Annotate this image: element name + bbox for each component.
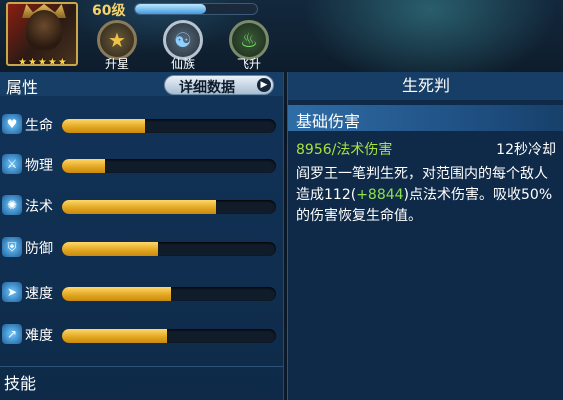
stat-label: 生命: [25, 118, 53, 134]
skill-category: 基础伤害: [296, 112, 361, 131]
hero-portrait[interactable]: ★★★★★: [6, 2, 78, 66]
stat-bar-fill: [62, 329, 167, 343]
stat-bar: [62, 119, 276, 133]
shield-icon: ⛨: [2, 237, 22, 257]
flame-icon: ♨: [240, 28, 258, 52]
stat-row-physical: ⚔ 物理: [0, 152, 283, 178]
xp-bar: [134, 3, 258, 15]
ascend-label: 飞升: [236, 57, 261, 71]
stat-row-difficulty: ↗ 难度: [0, 322, 283, 348]
skill-damage: 8956/法术伤害: [296, 142, 393, 158]
stat-bar-fill: [62, 119, 146, 133]
upgrade-star-label: 升星: [104, 57, 129, 71]
stat-row-magic: ✺ 法术: [0, 193, 283, 219]
upgrade-star-button[interactable]: ★: [97, 20, 137, 60]
sword-icon: ⚔: [2, 154, 22, 174]
detail-data-button[interactable]: 详细数据 ▶: [164, 75, 274, 96]
stat-bar: [62, 159, 276, 173]
hero-level: 60级: [92, 3, 126, 19]
stat-bar: [62, 242, 276, 256]
skills-title[interactable]: 技能: [4, 370, 36, 394]
stat-label: 物理: [25, 158, 53, 174]
hero-face: [26, 10, 62, 50]
detail-data-label: 详细数据: [179, 80, 235, 96]
stat-row-hp: ♥ 生命: [0, 112, 283, 138]
stat-bar: [62, 329, 276, 343]
stat-bar-fill: [62, 159, 105, 173]
skill-cooldown: 12秒冷却: [496, 142, 556, 158]
play-arrow-icon: ▶: [257, 78, 271, 92]
immortal-clan-label: 仙族: [170, 57, 195, 71]
stat-label: 法术: [25, 199, 53, 215]
yin-yang-icon: ☯: [174, 28, 192, 52]
stat-label: 防御: [25, 241, 53, 257]
xp-bar-fill: [135, 4, 206, 14]
skill-detail-panel: 生死判 基础伤害 8956/法术伤害 12秒冷却 阎罗王一笔判生死，对范围内的每…: [287, 72, 563, 400]
attributes-header: 属性 详细数据 ▶: [0, 72, 283, 97]
heart-icon: ♥: [2, 114, 22, 134]
stat-label: 难度: [25, 328, 53, 344]
boot-icon: ➤: [2, 282, 22, 302]
stat-bar: [62, 287, 276, 301]
stat-label: 速度: [25, 286, 53, 302]
stat-bar-fill: [62, 287, 172, 301]
skill-category-bar: 基础伤害: [288, 105, 563, 131]
immortal-clan-button[interactable]: ☯: [163, 20, 203, 60]
stat-bar-fill: [62, 242, 159, 256]
skill-name: 生死判: [288, 72, 563, 100]
ascend-button[interactable]: ♨: [229, 20, 269, 60]
attributes-title: 属性: [6, 78, 39, 97]
stat-row-speed: ➤ 速度: [0, 280, 283, 306]
star-rating: ★★★★★: [18, 57, 68, 66]
magic-swirl-icon: ✺: [2, 195, 22, 215]
stat-bar-fill: [62, 200, 217, 214]
desc-highlight: +8844: [356, 187, 404, 203]
stat-bar: [62, 200, 276, 214]
star-icon: ★: [108, 28, 126, 52]
trend-icon: ↗: [2, 324, 22, 344]
divider: [0, 366, 283, 367]
attributes-panel: 属性 详细数据 ▶ ♥ 生命 ⚔ 物理 ✺ 法术 ⛨ 防御 ➤ 速度 ↗ 难度 …: [0, 72, 284, 400]
skill-description: 阎罗王一笔判生死，对范围内的每个敌人造成112(+8844)点法术伤害。吸收50…: [296, 164, 558, 227]
stat-row-defense: ⛨ 防御: [0, 235, 283, 261]
